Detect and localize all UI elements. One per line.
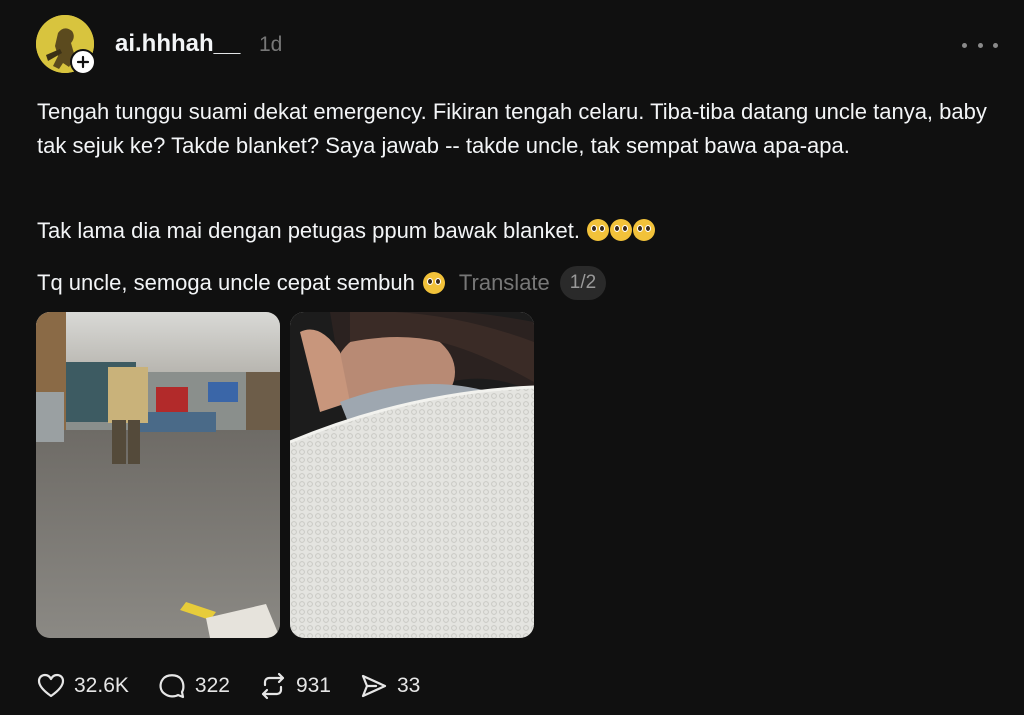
repost-count: 931 — [295, 674, 331, 697]
more-options-button[interactable] — [962, 30, 998, 60]
pleading-face-emoji — [422, 272, 445, 294]
repost-button[interactable]: 931 — [258, 671, 331, 701]
post-text-paragraph-3: Tq uncle, semoga uncle cepat sembuh Tran… — [37, 266, 997, 300]
heart-icon — [37, 673, 65, 698]
post-image-baby-blanket[interactable] — [290, 312, 534, 638]
follow-button[interactable] — [70, 49, 96, 75]
more-horizontal-icon-dot — [993, 42, 998, 48]
thread-post: ai.hhhah__ 1d Tengah tunggu suami dekat … — [0, 0, 1024, 715]
more-horizontal-icon — [962, 42, 967, 48]
like-count: 32.6K — [74, 674, 129, 697]
post-timestamp[interactable]: 1d — [259, 33, 282, 57]
post-actions: 32.6K 322 931 33 — [36, 668, 448, 704]
plus-icon — [76, 55, 90, 69]
page-indicator: 1/2 — [559, 266, 607, 300]
pleading-face-emoji — [587, 219, 610, 241]
username[interactable]: ai.hhhah__ — [115, 30, 240, 58]
paragraph-3-text: Tq uncle, semoga uncle cepat sembuh — [37, 270, 415, 295]
share-button[interactable]: 33 — [359, 671, 420, 701]
send-icon — [361, 674, 387, 698]
pleading-face-emoji — [610, 219, 633, 241]
more-horizontal-icon-dot — [977, 42, 983, 48]
post-image-hospital[interactable] — [36, 312, 280, 638]
paragraph-2-text: Tak lama dia mai dengan petugas ppum baw… — [37, 218, 581, 243]
like-button[interactable]: 32.6K — [36, 671, 129, 701]
reply-count: 322 — [194, 674, 230, 697]
post-text-paragraph-2: Tak lama dia mai dengan petugas ppum baw… — [37, 214, 997, 248]
pleading-face-emoji — [633, 219, 656, 241]
comment-icon — [159, 674, 185, 699]
share-count: 33 — [396, 674, 421, 697]
reply-button[interactable]: 322 — [157, 671, 230, 701]
translate-button[interactable]: Translate — [459, 266, 550, 300]
post-text-paragraph-1: Tengah tunggu suami dekat emergency. Fik… — [37, 99, 987, 158]
repost-icon — [261, 672, 285, 700]
